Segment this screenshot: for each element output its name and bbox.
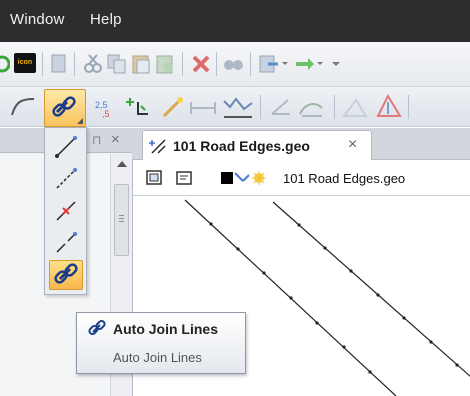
refresh-icon[interactable]: [0, 54, 10, 74]
import-icon[interactable]: [258, 53, 288, 75]
coordinates-icon[interactable]: 2,5 ,5: [94, 96, 120, 118]
break-line-tool[interactable]: [49, 196, 83, 226]
separator: [334, 95, 335, 119]
measure-icon[interactable]: [188, 96, 218, 118]
dropdown-arrow-icon: [77, 118, 83, 124]
pin-icon[interactable]: ⊓: [92, 133, 101, 147]
chain-link-icon: [88, 319, 106, 336]
tooltip-title: Auto Join Lines: [113, 321, 218, 337]
separator: [216, 52, 217, 76]
app-window: Window Help icon 2,5 ,5 ⊓ × 101 Road Edg…: [0, 0, 470, 396]
grip-line: [119, 215, 124, 216]
delete-icon[interactable]: [190, 53, 212, 75]
export-icon[interactable]: [294, 53, 324, 75]
find-icon[interactable]: [222, 53, 244, 75]
draw-line-tool[interactable]: [49, 132, 83, 162]
break-line-icon: [56, 201, 76, 221]
chain-link-icon: [52, 96, 76, 117]
geo-file-icon: [149, 139, 166, 154]
split-line-tool[interactable]: [49, 228, 83, 258]
line-tools-palette: [44, 127, 87, 295]
properties-icon[interactable]: [175, 169, 195, 187]
paste-icon[interactable]: [130, 53, 152, 75]
menu-window[interactable]: Window: [10, 11, 65, 28]
grip-line: [119, 221, 124, 222]
separator: [260, 95, 261, 119]
close-icon[interactable]: ×: [111, 131, 120, 148]
standard-toolbar: icon: [0, 42, 470, 87]
angle-icon[interactable]: [268, 96, 294, 118]
draw-line-icon: [55, 136, 77, 158]
auto-join-lines-tool[interactable]: [49, 260, 83, 290]
separator: [250, 52, 251, 76]
separator: [74, 52, 75, 76]
cut-icon[interactable]: [82, 53, 104, 75]
draw-curve-icon[interactable]: [8, 95, 38, 119]
tab-title: 101 Road Edges.geo: [173, 138, 310, 154]
split-line-icon: [56, 232, 77, 253]
layer-name: 101 Road Edges.geo: [283, 171, 406, 186]
icon-badge[interactable]: icon: [14, 53, 36, 73]
surface-icon[interactable]: [296, 94, 326, 120]
document-tab-strip: 101 Road Edges.geo ×: [132, 128, 470, 160]
paste-special-icon[interactable]: [154, 53, 176, 75]
slope-icon[interactable]: [374, 94, 404, 120]
overflow-icon[interactable]: [330, 53, 342, 75]
layer-style-icon: [221, 171, 266, 185]
scroll-up-icon[interactable]: [117, 160, 127, 168]
magic-wand-icon[interactable]: [160, 96, 186, 118]
profile-icon[interactable]: [222, 93, 256, 121]
grip-line: [119, 218, 124, 219]
layer-manager-icon[interactable]: [145, 169, 165, 187]
separator: [408, 95, 409, 119]
layer-toolbar: 101 Road Edges.geo: [133, 160, 470, 196]
document-icon[interactable]: [50, 53, 68, 75]
tab-101-road-edges[interactable]: 101 Road Edges.geo ×: [142, 130, 372, 160]
separator: [182, 52, 183, 76]
scroll-thumb[interactable]: [114, 184, 129, 256]
separator: [42, 52, 43, 76]
triangulate-icon[interactable]: [342, 96, 368, 118]
add-point-icon[interactable]: [124, 96, 154, 118]
menu-bar: Window Help: [0, 0, 470, 42]
copy-icon[interactable]: [106, 53, 128, 75]
road-edge-line-2[interactable]: [272, 201, 470, 377]
tab-close-icon[interactable]: ×: [348, 136, 357, 154]
tooltip: Auto Join Lines Auto Join Lines: [76, 312, 246, 374]
tooltip-description: Auto Join Lines: [113, 350, 202, 365]
auto-join-lines-button[interactable]: [44, 89, 86, 127]
chain-link-icon: [54, 263, 78, 284]
menu-help[interactable]: Help: [90, 11, 122, 28]
svg-text:,5: ,5: [102, 109, 110, 118]
extend-line-tool[interactable]: [49, 164, 83, 194]
extend-line-icon: [56, 168, 77, 189]
